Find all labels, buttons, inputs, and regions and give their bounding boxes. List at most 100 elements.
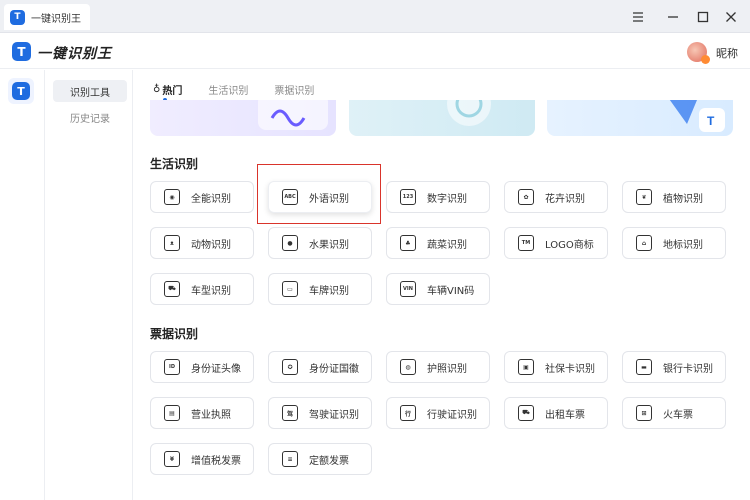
feature-card-landmark[interactable]: ⌂ 地标识别 (622, 227, 726, 259)
landmark-icon: ⌂ (636, 235, 652, 251)
feature-card-plant[interactable]: ❦ 植物识别 (622, 181, 726, 213)
feature-card-passport[interactable]: ◍ 护照识别 (386, 351, 490, 383)
feature-card-fruit[interactable]: ● 水果识别 (268, 227, 372, 259)
feature-card-id-back[interactable]: ✪ 身份证国徽 (268, 351, 372, 383)
rail-home-button[interactable]: T (8, 78, 34, 104)
feature-card-eye[interactable]: ◉ 全能识别 (150, 181, 254, 213)
feature-card-label: 火车票 (663, 409, 693, 421)
feature-card-logo[interactable]: TM LOGO商标 (504, 227, 608, 259)
main-content: ♁ 热门 生活识别 票据识别 T 生活识别 ◉ 全能识别 ABC 外语识别 123 数字识… (133, 70, 750, 500)
feature-card-label: 花卉识别 (545, 193, 585, 205)
menu-icon[interactable] (629, 8, 647, 26)
heart-badge-icon (701, 55, 710, 64)
passport-icon: ◍ (400, 359, 416, 375)
driver-license-icon: 驾 (282, 405, 298, 421)
feature-card-vin[interactable]: VIN 车辆VIN码 (386, 273, 490, 305)
123-icon: 123 (400, 189, 416, 205)
feature-card-bank-card[interactable]: ▬ 银行卡识别 (622, 351, 726, 383)
taxi-icon: ⛟ (518, 405, 534, 421)
train-icon: ⊞ (636, 405, 652, 421)
feature-card-label: 银行卡识别 (663, 363, 713, 375)
logo-icon: TM (518, 235, 534, 251)
feature-card-label: 定额发票 (309, 455, 349, 467)
tab-life-label: 生活识别 (208, 85, 249, 97)
car-icon: ⛟ (164, 281, 180, 297)
eye-icon: ◉ (164, 189, 180, 205)
fruit-icon: ● (282, 235, 298, 251)
feature-card-label: 车型识别 (191, 285, 231, 297)
app-header: T 一键识别王 昵称 (0, 33, 750, 69)
bank-card-icon: ▬ (636, 359, 652, 375)
app-logo-icon: T (12, 82, 30, 100)
feature-card-label: 社保卡识别 (545, 363, 595, 375)
app-logo-icon: T (12, 42, 31, 61)
maximize-icon[interactable] (694, 8, 712, 26)
id-back-icon: ✪ (282, 359, 298, 375)
feature-card-flower[interactable]: ✿ 花卉识别 (504, 181, 608, 213)
category-tabs: ♁ 热门 生活识别 票据识别 (153, 82, 340, 102)
subnav-item-tools[interactable]: 识别工具 (53, 80, 127, 102)
app-title: 一键识别王 (37, 46, 112, 62)
feature-card-label: 增值税发票 (191, 455, 241, 467)
feature-card-label: LOGO商标 (545, 239, 594, 251)
fixed-invoice-icon: ≡ (282, 451, 298, 467)
feature-card-label: 营业执照 (191, 409, 231, 421)
svg-text:T: T (707, 114, 715, 128)
window-tab-title: 一键识别王 (31, 13, 81, 25)
plant-icon: ❦ (636, 189, 652, 205)
id-front-icon: ID (164, 359, 180, 375)
feature-card-driver-license[interactable]: 驾驾驶证识别 (268, 397, 372, 429)
feature-card-fixed-invoice[interactable]: ≡ 定额发票 (268, 443, 372, 475)
feature-card-vat-invoice[interactable]: ¥ 增值税发票 (150, 443, 254, 475)
feature-card-label: 车牌识别 (309, 285, 349, 297)
feature-card-label: 动物识别 (191, 239, 231, 251)
business-license-icon: ▤ (164, 405, 180, 421)
sub-sidebar: 识别工具 历史记录 (45, 70, 133, 500)
vegetable-icon: ♣ (400, 235, 416, 251)
banner-2[interactable] (349, 100, 535, 136)
feature-card-business-license[interactable]: ▤ 营业执照 (150, 397, 254, 429)
flower-icon: ✿ (518, 189, 534, 205)
tab-hot[interactable]: ♁ 热门 (153, 82, 182, 102)
window-tab[interactable]: T 一键识别王 (4, 4, 90, 30)
feature-card-label: 数字识别 (427, 193, 467, 205)
feature-card-label: 身份证国徽 (309, 363, 359, 375)
feature-card-train[interactable]: ⊞ 火车票 (622, 397, 726, 429)
left-rail: T (0, 70, 45, 500)
tab-bills-label: 票据识别 (274, 85, 315, 97)
subnav-item-history[interactable]: 历史记录 (53, 106, 127, 128)
banner-1[interactable] (150, 100, 336, 136)
banner-3[interactable]: T (547, 100, 733, 136)
flame-icon: ♁ (153, 83, 161, 95)
vin-icon: VIN (400, 281, 416, 297)
license-plate-icon: ▭ (282, 281, 298, 297)
user-nickname[interactable]: 昵称 (716, 45, 738, 61)
highlight-frame (257, 164, 381, 224)
app-logo-icon: T (10, 9, 25, 25)
feature-card-label: 蔬菜识别 (427, 239, 467, 251)
feature-card-label: 车辆VIN码 (427, 285, 475, 297)
feature-card-label: 植物识别 (663, 193, 703, 205)
feature-card-id-front[interactable]: ID 身份证头像 (150, 351, 254, 383)
feature-card-label: 全能识别 (191, 193, 231, 205)
feature-card-label: 地标识别 (663, 239, 703, 251)
feature-card-social-card[interactable]: ▣ 社保卡识别 (504, 351, 608, 383)
tab-bills[interactable]: 票据识别 (274, 82, 315, 97)
feature-card-taxi[interactable]: ⛟ 出租车票 (504, 397, 608, 429)
feature-card-label: 水果识别 (309, 239, 349, 251)
feature-card-vehicle-license[interactable]: 行行驶证识别 (386, 397, 490, 429)
feature-card-label: 出租车票 (545, 409, 585, 421)
window-titlebar: T 一键识别王 (0, 0, 750, 33)
social-card-icon: ▣ (518, 359, 534, 375)
feature-card-license-plate[interactable]: ▭ 车牌识别 (268, 273, 372, 305)
minimize-icon[interactable] (664, 8, 682, 26)
feature-card-123[interactable]: 123 数字识别 (386, 181, 490, 213)
close-icon[interactable] (722, 8, 740, 26)
feature-card-car[interactable]: ⛟ 车型识别 (150, 273, 254, 305)
section-title-bills: 票据识别 (150, 327, 199, 341)
tab-life[interactable]: 生活识别 (208, 82, 249, 97)
feature-card-vegetable[interactable]: ♣ 蔬菜识别 (386, 227, 490, 259)
feature-card-label: 行驶证识别 (427, 409, 477, 421)
feature-card-animal[interactable]: ᴥ 动物识别 (150, 227, 254, 259)
animal-icon: ᴥ (164, 235, 180, 251)
